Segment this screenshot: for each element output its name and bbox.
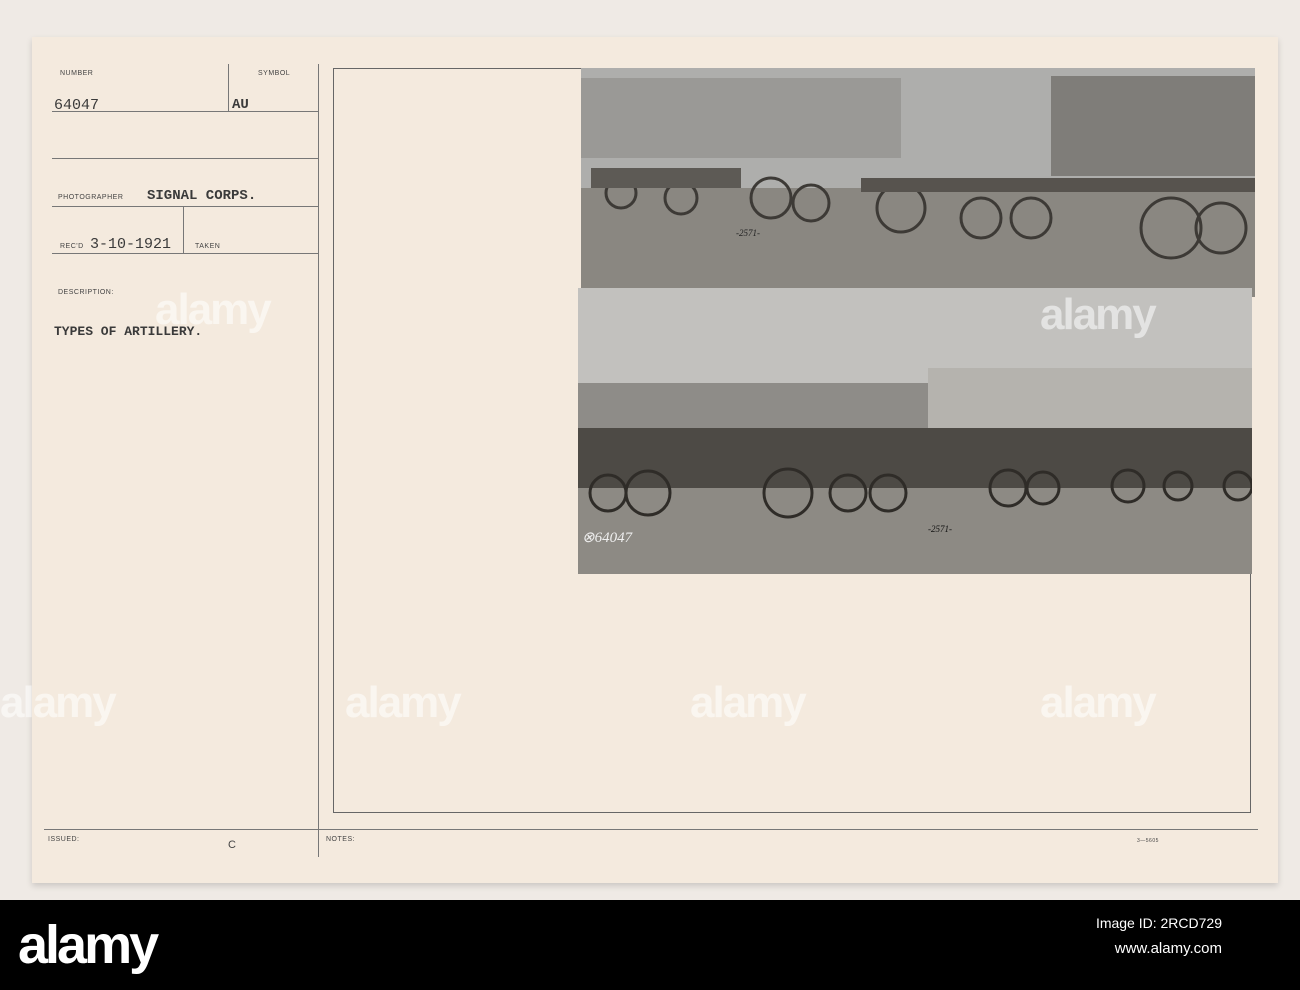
photographer-label: PHOTOGRAPHER <box>58 194 124 201</box>
recd-label: REC'D <box>60 243 84 250</box>
description-label: DESCRIPTION: <box>58 289 114 296</box>
alamy-url[interactable]: www.alamy.com <box>1115 940 1222 957</box>
photographer-value: SIGNAL CORPS. <box>147 188 257 204</box>
notes-label: NOTES: <box>326 836 356 843</box>
divider <box>52 206 318 207</box>
divider <box>44 829 1258 830</box>
photo-top-artillery: -2571- <box>581 68 1255 297</box>
divider <box>52 253 318 254</box>
divider <box>52 158 318 159</box>
photo-top-caption: -2571- <box>736 228 760 238</box>
issued-value: C <box>228 839 236 851</box>
form-number: 3—5605 <box>1137 838 1159 844</box>
image-id: Image ID: 2RCD729 <box>1095 915 1222 931</box>
artillery-train-illustration <box>581 68 1255 297</box>
footer-bar: alamy Image ID: 2RCD729 www.alamy.com <box>0 900 1300 990</box>
watermark: alamy <box>345 678 462 727</box>
watermark: alamy <box>1040 290 1157 339</box>
number-label: NUMBER <box>60 70 94 77</box>
watermark: alamy <box>0 678 117 727</box>
divider <box>183 206 184 254</box>
recd-value: 3-10-1921 <box>90 236 172 253</box>
taken-label: TAKEN <box>195 243 221 250</box>
column-divider <box>318 64 319 857</box>
divider <box>228 64 229 112</box>
photo-bottom-caption: -2571- <box>928 524 952 534</box>
issued-label: ISSUED: <box>48 836 80 843</box>
archive-card: NUMBER SYMBOL 64047 AU PHOTOGRAPHER SIGN… <box>32 37 1278 883</box>
divider <box>52 111 318 112</box>
watermark: alamy <box>1040 678 1157 727</box>
photo-bottom-stamp: ⊗64047 <box>582 530 633 546</box>
watermark: alamy <box>690 678 807 727</box>
symbol-label: SYMBOL <box>258 70 291 77</box>
alamy-logo: alamy <box>18 915 159 975</box>
watermark: alamy <box>155 285 272 334</box>
